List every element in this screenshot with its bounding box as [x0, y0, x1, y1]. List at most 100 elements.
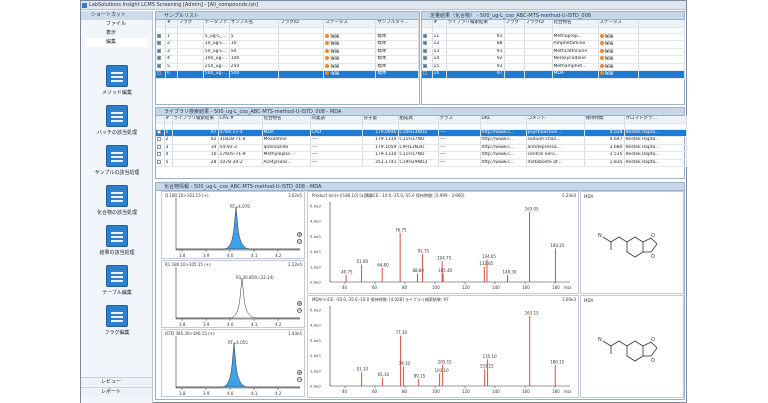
row-checkbox[interactable] [423, 63, 427, 68]
nav-button-4[interactable]: 結果の該当処理 [85, 225, 149, 263]
lcol-formula[interactable]: 組成式 [398, 116, 439, 124]
status-dot-icon [599, 48, 604, 53]
svg-text:N: N [598, 233, 602, 239]
row-checkbox[interactable] [157, 152, 161, 156]
qcol-flag-id[interactable]: フラグID [524, 20, 553, 28]
chromatogram-2[interactable]: 3.8 3.9 4.0 4.1 4.2 ISTD 385.30>196.15 (+) RT=… [161, 329, 305, 397]
sample-row[interactable]: 2 10_ug-L... 10 保留 標準 [156, 40, 419, 49]
lcol-name[interactable]: 化合物名 [262, 116, 311, 124]
col-status[interactable]: ステータス [323, 20, 377, 28]
zoom-out-icon[interactable]: − [297, 308, 302, 313]
row-checkbox[interactable] [157, 63, 161, 68]
nav-button-1[interactable]: バッチの該当処理 [85, 105, 149, 143]
report-button[interactable]: レポート [81, 387, 152, 396]
zoom-in-icon[interactable]: + [297, 232, 302, 237]
cell-mw: 179.1059 [362, 144, 399, 152]
qcol-num[interactable]: # [432, 20, 447, 28]
quant-results-panel: 定量結果（化合物） - 500_ug-L_cso_ABC-MTS-method-… [421, 11, 685, 105]
menu-edit[interactable]: 編集 [85, 38, 148, 47]
row-checkbox[interactable] [423, 41, 427, 45]
col-flag-id[interactable]: フラグID [278, 20, 325, 28]
lcol-cas[interactable]: CAS # [218, 116, 263, 124]
row-checkbox[interactable] [423, 33, 427, 38]
peak-mz-label: 134.65 [482, 254, 496, 259]
lcol-class[interactable]: クラス [438, 116, 481, 124]
cell-num: 11 [432, 33, 447, 41]
compound-row[interactable]: 16 97 MDA 保留 [422, 70, 685, 79]
library-row[interactable]: 3 34 54-92-2 Iproniazide ---- 179.1059 C9H13N3… [156, 144, 687, 152]
cell-cls: ---- [438, 129, 481, 137]
sample-row[interactable]: 4 100_ug-... 100 保留 標準 [156, 55, 419, 64]
lcol-rt[interactable]: 保持時間 [584, 116, 625, 124]
col-num[interactable]: # [165, 20, 178, 28]
nav-button-3[interactable]: 化合物の該当処理 [85, 185, 149, 223]
row-checkbox[interactable] [157, 41, 161, 45]
chromatogram-0[interactable]: 3.8 3.9 4.0 4.1 4.2 Q 180.10>163.15 (+) RT=4.0… [161, 191, 305, 259]
menu-file[interactable]: ファイル [81, 20, 152, 29]
library-spectrum[interactable]: 40 60 80 100 120 140 160 180 0.0e0 1.0e3 2.0e3 3.0e… [307, 295, 579, 398]
qcol-compound[interactable]: 化合物名 [552, 20, 599, 28]
row-checkbox[interactable] [157, 56, 161, 60]
compound-row[interactable]: 15 93 Methamphet... 保留 [422, 63, 685, 71]
zoom-in-icon[interactable]: + [297, 370, 302, 375]
lcol-score[interactable]: ライブラリ検索結果 [172, 116, 219, 124]
nav-button-6[interactable]: フラグ編集 [85, 305, 149, 343]
row-checkbox[interactable] [157, 137, 161, 141]
row-checkbox[interactable] [157, 48, 161, 53]
cell-type: 標準 [375, 55, 419, 64]
row-checkbox[interactable] [157, 71, 161, 75]
nav-button-2[interactable]: サンプルの該当処理 [85, 145, 149, 183]
col-sample-name[interactable]: サンプル名 [229, 20, 280, 28]
lcol-synonym[interactable]: 同義語 [310, 116, 363, 124]
row-checkbox[interactable] [423, 48, 427, 53]
row-checkbox[interactable] [423, 56, 427, 60]
lcol-mw[interactable]: 分子量 [362, 116, 399, 124]
qcol-library[interactable]: ライブラリ検索結果 [446, 20, 505, 28]
review-button[interactable]: レビュー [81, 377, 152, 386]
cell-score: 34 [172, 144, 219, 152]
sample-row[interactable]: 6 500_ug-... 500 保留 標準 [156, 70, 419, 79]
chromatogram-label: R1 180.10>105.15 (+) [165, 262, 211, 267]
compound-row[interactable]: 11 91 Methoprop... 保留 [422, 33, 685, 41]
row-checkbox[interactable] [157, 33, 161, 38]
batch-process-icon [106, 105, 128, 127]
library-row[interactable]: 4 10 17605-71-9 Methylephe... ---- 179.1310 C1… [156, 151, 687, 160]
zoom-in-icon[interactable]: + [297, 301, 302, 306]
chromatogram-label: Q 180.10>163.15 (+) [165, 193, 209, 198]
library-row[interactable]: 5 28 1078-30-2 Acetylsalic... ---- 351.1741 C1… [156, 159, 687, 167]
sample-row[interactable]: 5 250_ug-... 250 保留 標準 [156, 63, 419, 71]
library-row[interactable]: 1 97 4764-17-4 MDA CAO 179.0946 C10H13NO2 ---- h… [156, 129, 687, 137]
qcol-flag[interactable]: フラグ [504, 20, 525, 28]
compound-row[interactable]: 14 92 Noroxycodone 保留 [422, 55, 685, 64]
library-row[interactable]: 2 42 31828-71-4 Mexiletine ---- 179.1310 C11H1… [156, 136, 687, 145]
col-datafile[interactable]: データファ... [203, 20, 230, 28]
col-sample-type[interactable]: サンプルタイ... [375, 20, 419, 28]
lcol-url[interactable]: URL [480, 116, 527, 124]
lcol-num[interactable]: # [164, 116, 173, 124]
product-ion-spectrum[interactable]: 40 60 80 100 120 140 160 180 0.0e0 1.0e3 2.0e3 3.0e… [307, 191, 579, 294]
lcol-comment[interactable]: コメント [526, 116, 585, 124]
lcol-column[interactable]: クロマトグラ... [624, 116, 687, 124]
row-checkbox[interactable] [157, 129, 161, 134]
cell-compound: Methamphet... [552, 63, 599, 71]
intensity-tick-label: 5.0e3 [310, 204, 321, 209]
chromatogram-1[interactable]: 3.8 3.9 4.0 4.1 4.2 R1 180.10>105.15 (+) R1 30… [161, 260, 305, 328]
qcol-status[interactable]: ステータス [598, 20, 639, 28]
zoom-out-icon[interactable]: − [297, 377, 302, 382]
cell-col: Restek Rapto... [624, 136, 687, 145]
zoom-out-icon[interactable]: − [297, 239, 302, 244]
row-checkbox[interactable] [157, 159, 161, 164]
sample-row[interactable]: 3 50_ug-L... 50 保留 標準 [156, 48, 419, 56]
compound-row[interactable]: 12 88 Amphetamine 保留 [422, 40, 685, 49]
nav-button-5[interactable]: テーブル編集 [85, 265, 149, 303]
row-checkbox[interactable] [423, 71, 427, 75]
compound-row[interactable]: 13 91 Methcathinone 保留 [422, 48, 685, 56]
status-dot-icon [325, 33, 330, 38]
nav-button-0[interactable]: メソッド編集 [85, 65, 149, 103]
menu-view[interactable]: 表示 [81, 29, 152, 38]
sample-row[interactable]: 1 5_ug-L_... 5 保留 標準 [156, 33, 419, 41]
row-checkbox[interactable] [157, 144, 161, 149]
cell-status: 保留 [604, 71, 614, 77]
col-flag[interactable]: フラグ [177, 20, 204, 28]
intensity-tick-label: 2.0e3 [310, 249, 321, 254]
